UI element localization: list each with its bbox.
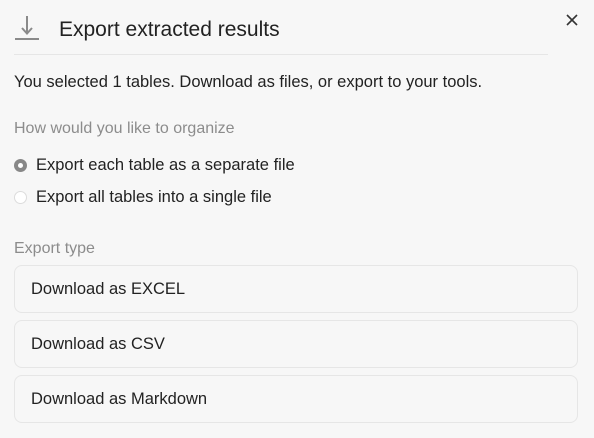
download-csv-button[interactable]: Download as CSV <box>14 320 578 368</box>
radio-label: Export each table as a separate file <box>36 155 295 174</box>
export-dialog: Export extracted results You selected 1 … <box>0 0 594 438</box>
export-type-section-label: Export type <box>14 240 95 257</box>
dialog-title: Export extracted results <box>59 18 280 41</box>
close-icon <box>562 14 582 34</box>
radio-label: Export all tables into a single file <box>36 187 272 206</box>
download-markdown-button[interactable]: Download as Markdown <box>14 375 578 423</box>
radio-single-file[interactable]: Export all tables into a single file <box>14 185 272 209</box>
dialog-subtitle: You selected 1 tables. Download as files… <box>14 73 483 91</box>
option-label: Download as CSV <box>31 334 165 353</box>
dialog-header: Export extracted results <box>14 6 548 55</box>
option-label: Download as EXCEL <box>31 279 186 298</box>
organize-section-label: How would you like to organize <box>14 120 235 137</box>
radio-button[interactable] <box>14 190 27 204</box>
close-button[interactable] <box>562 10 582 30</box>
radio-separate-files[interactable]: Export each table as a separate file <box>14 153 295 177</box>
download-excel-button[interactable]: Download as EXCEL <box>14 265 578 313</box>
option-label: Download as Markdown <box>31 389 208 408</box>
download-icon <box>14 14 40 42</box>
radio-button-selected[interactable] <box>14 158 27 172</box>
